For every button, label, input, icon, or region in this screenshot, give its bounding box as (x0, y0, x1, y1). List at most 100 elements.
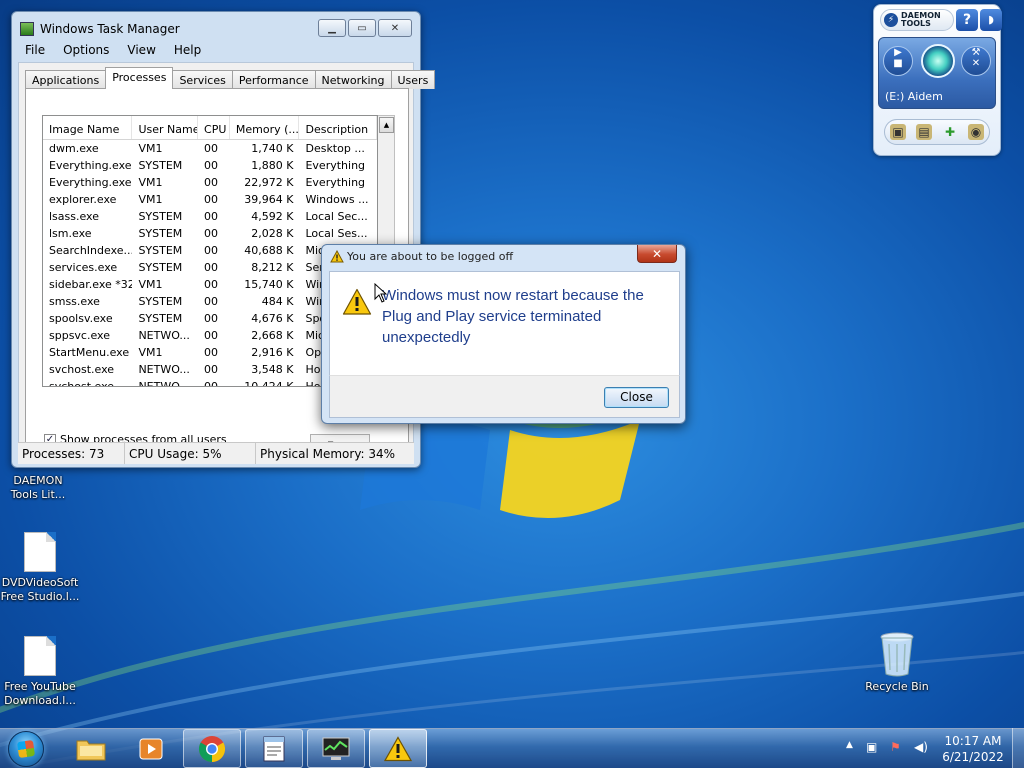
show-desktop-button[interactable] (1012, 728, 1024, 768)
cell-image-name: Everything.exe (49, 176, 132, 189)
mouse-cursor-icon (374, 283, 388, 303)
minimize-button[interactable]: ▁ (318, 19, 346, 37)
taskbar-notepad-button[interactable] (245, 729, 303, 768)
column-header-memory[interactable]: Memory (... (230, 116, 300, 139)
settings-unmount-button[interactable]: ⚒ ✕ (961, 46, 991, 76)
cell-user-name: VM1 (138, 176, 163, 189)
column-header-user-name[interactable]: User Name (132, 116, 199, 139)
table-row[interactable]: lsm.exe SYSTEM 00 2,028 K Local Ses... (43, 225, 377, 242)
status-memory: Physical Memory: 34% (260, 447, 396, 461)
clock-date: 6/21/2022 (942, 750, 1004, 764)
system-clock[interactable]: 10:17 AM 6/21/2022 (940, 733, 1006, 765)
dialog-title-bar[interactable]: You are about to be logged off (330, 250, 513, 263)
column-header-description[interactable]: Description (299, 116, 377, 139)
mount-image-icon[interactable]: ▣ (890, 124, 906, 140)
recycle-bin-icon (880, 632, 914, 677)
close-button[interactable]: Close (604, 387, 669, 408)
taskbar-warning-dialog-button[interactable] (369, 729, 427, 768)
cell-image-name: sppsvc.exe (49, 329, 110, 342)
add-drive-icon[interactable]: ✚ (942, 124, 958, 140)
cell-user-name: SYSTEM (138, 312, 183, 325)
desktop-icon-label: Recycle Bin (865, 680, 929, 693)
dialog-footer: Close (329, 375, 680, 418)
tab-processes[interactable]: Processes (105, 67, 174, 89)
help-button[interactable]: ? (956, 9, 978, 31)
cell-user-name: VM1 (138, 142, 163, 155)
virtual-drive-icon[interactable] (921, 44, 955, 78)
warning-icon (342, 288, 372, 315)
cell-memory: 40,688 K (244, 244, 294, 257)
action-center-flag-icon[interactable]: ⚑ (890, 740, 901, 754)
taskbar-chrome-button[interactable] (183, 729, 241, 768)
table-row[interactable]: dwm.exe VM1 00 1,740 K Desktop ... (43, 140, 377, 157)
cell-memory: 39,964 K (244, 193, 294, 206)
tab-performance[interactable]: Performance (231, 70, 316, 89)
taskbar-explorer-button[interactable] (62, 729, 120, 768)
cell-image-name: spoolsv.exe (49, 312, 113, 325)
cell-description: Desktop ... (305, 142, 365, 155)
column-header-cpu[interactable]: CPU (198, 116, 230, 139)
cell-user-name: SYSTEM (138, 159, 183, 172)
tab-networking[interactable]: Networking (314, 70, 392, 89)
table-row[interactable]: Everything.exe SYSTEM 00 1,880 K Everything (43, 157, 377, 174)
daemon-tools-gadget[interactable]: ⚡ DAEMON TOOLS ? ◗ ▶ ■ ⚒ ✕ (E:) Aidem ▣ ▤ ✚… (873, 4, 1002, 156)
task-manager-icon (20, 22, 34, 36)
taskbar-media-player-button[interactable] (122, 729, 180, 768)
tab-applications[interactable]: Applications (25, 70, 107, 89)
desktop-icon-label: Tools Lit... (10, 488, 66, 501)
table-row[interactable]: Everything.exe VM1 00 22,972 K Everything (43, 174, 377, 191)
close-icon: ✕ (390, 22, 400, 34)
table-row[interactable]: lsass.exe SYSTEM 00 4,592 K Local Sec... (43, 208, 377, 225)
folder-icon (76, 740, 106, 760)
image-catalog-icon[interactable]: ▤ (916, 124, 932, 140)
daemon-drive-panel: ▶ ■ ⚒ ✕ (E:) Aidem (878, 37, 996, 109)
cell-cpu: 00 (204, 159, 219, 172)
cell-cpu: 00 (204, 346, 219, 359)
table-row[interactable]: explorer.exe VM1 00 39,964 K Windows ... (43, 191, 377, 208)
remove-drive-icon[interactable]: ◉ (968, 124, 984, 140)
cell-cpu: 00 (204, 176, 219, 189)
menu-file[interactable]: File (16, 40, 54, 60)
volume-icon[interactable]: ◀) (914, 740, 928, 754)
logoff-dialog[interactable]: You are about to be logged off ✕ Windows… (321, 244, 686, 424)
logo-text: TOOLS (901, 19, 931, 28)
warning-icon (384, 735, 412, 761)
column-header-image-name[interactable]: Image Name (43, 116, 133, 139)
close-window-button[interactable]: ✕ (378, 19, 412, 37)
menu-options[interactable]: Options (54, 40, 118, 60)
tab-users[interactable]: Users (390, 70, 436, 89)
menu-help[interactable]: Help (165, 40, 210, 60)
minimize-icon: ▁ (328, 22, 336, 34)
tab-strip: Applications Processes Services Performa… (25, 67, 436, 89)
file-icon (24, 636, 56, 676)
scroll-up-icon[interactable]: ▲ (379, 117, 394, 133)
desktop-icon-recycle-bin[interactable]: Recycle Bin (857, 630, 937, 694)
maximize-button[interactable]: ▭ (348, 19, 376, 37)
cell-image-name: StartMenu.exe (49, 346, 130, 359)
rss-button[interactable]: ◗ (980, 9, 1002, 31)
show-hidden-icons-icon[interactable]: ▲ (846, 740, 853, 750)
desktop-icon-dvdvideosoft[interactable]: DVDVideoSoft Free Studio.l... (0, 532, 80, 604)
network-icon[interactable]: ▣ (866, 740, 877, 754)
desktop-icon-daemon-tools[interactable]: DAEMON Tools Lit... (0, 474, 78, 502)
tab-services[interactable]: Services (172, 70, 233, 89)
play-stop-button[interactable]: ▶ ■ (883, 46, 913, 76)
task-manager-icon (322, 737, 350, 760)
cell-memory: 15,740 K (244, 278, 294, 291)
window-title-bar[interactable]: Windows Task Manager (20, 18, 320, 40)
cell-memory: 2,028 K (251, 227, 294, 240)
status-bar: Processes: 73 CPU Usage: 5% Physical Mem… (18, 442, 414, 464)
cell-memory: 2,916 K (251, 346, 294, 359)
start-button[interactable] (8, 731, 44, 767)
menu-view[interactable]: View (118, 40, 164, 60)
status-processes: Processes: 73 (18, 443, 125, 464)
dialog-close-x-button[interactable]: ✕ (637, 245, 677, 263)
cell-image-name: Everything.exe (49, 159, 132, 172)
notepad-icon (263, 736, 285, 761)
daemon-tools-logo: ⚡ DAEMON TOOLS (880, 9, 954, 31)
desktop-icon-free-youtube[interactable]: Free YouTube Download.l... (0, 636, 80, 708)
drive-label: (E:) Aidem (885, 90, 943, 103)
cell-user-name: SYSTEM (138, 210, 183, 223)
daemon-toolbar: ▣ ▤ ✚ ◉ (884, 119, 990, 145)
taskbar-task-manager-button[interactable] (307, 729, 365, 768)
